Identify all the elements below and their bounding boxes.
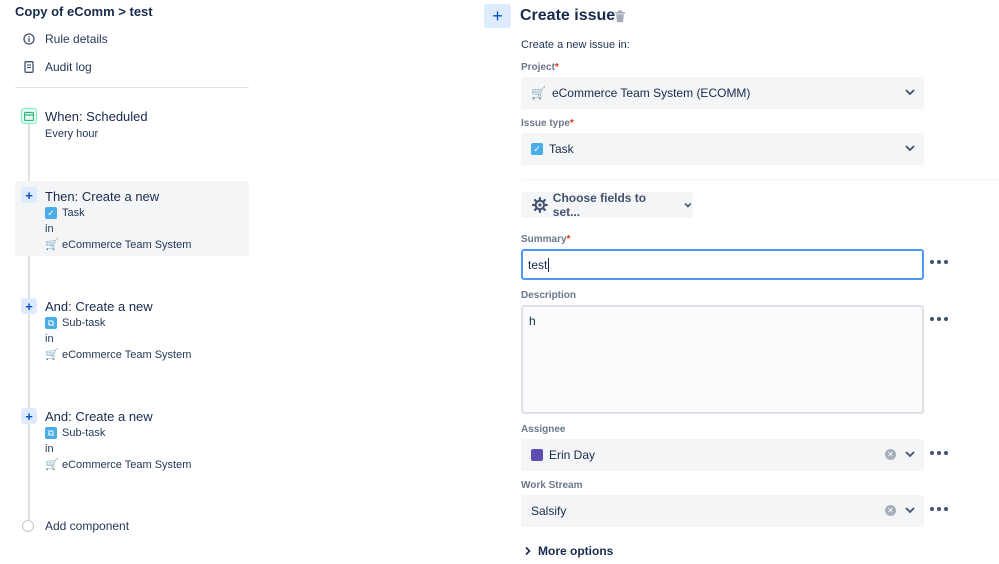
summary-label: Summary* bbox=[521, 234, 570, 245]
component-project-label: eCommerce Team System bbox=[62, 348, 192, 361]
component-project: 🛒 eCommerce Team System bbox=[45, 458, 192, 472]
chevron-down-icon bbox=[905, 507, 915, 514]
component-type: ✓ Task bbox=[45, 207, 85, 219]
breadcrumb[interactable]: Copy of eComm > test bbox=[15, 4, 153, 19]
more-icon[interactable] bbox=[930, 257, 948, 267]
issue-type-select[interactable]: ✓ Task bbox=[521, 133, 924, 165]
more-icon[interactable] bbox=[930, 504, 948, 514]
page-title: Create issue bbox=[520, 7, 616, 24]
required-marker: * bbox=[554, 62, 559, 73]
trash-icon[interactable] bbox=[614, 10, 626, 23]
gear-icon bbox=[532, 197, 548, 213]
cart-icon: 🛒 bbox=[531, 86, 546, 100]
project-select[interactable]: 🛒 eCommerce Team System (ECOMM) bbox=[521, 77, 924, 109]
summary-label-text: Summary bbox=[521, 234, 567, 245]
component-action-1[interactable]: + Then: Create a new ✓ Task in 🛒 eCommer… bbox=[15, 181, 249, 256]
more-icon[interactable] bbox=[930, 314, 948, 324]
calendar-icon bbox=[21, 108, 37, 124]
component-detail: Every hour bbox=[45, 128, 99, 140]
more-options-toggle[interactable]: More options bbox=[524, 544, 613, 558]
component-type-label: Task bbox=[62, 207, 85, 219]
component-title: Then: Create a new bbox=[45, 189, 160, 204]
component-type: ⧉ Sub-task bbox=[45, 317, 105, 329]
clear-icon[interactable]: ✕ bbox=[885, 505, 896, 516]
plus-icon: + bbox=[484, 4, 511, 28]
nav-audit-log[interactable]: Audit log bbox=[22, 60, 92, 74]
component-title: And: Create a new bbox=[45, 299, 153, 314]
component-type: ⧉ Sub-task bbox=[45, 427, 105, 439]
choose-fields-label: Choose fields to set... bbox=[552, 191, 647, 219]
component-in: in bbox=[45, 223, 54, 235]
subtitle: Create a new issue in: bbox=[521, 39, 630, 51]
issue-type-value: Task bbox=[549, 142, 574, 156]
summary-value: test bbox=[528, 257, 548, 272]
work-stream-value: Salsify bbox=[531, 504, 567, 518]
assignee-value: Erin Day bbox=[549, 448, 596, 462]
component-trigger[interactable]: When: Scheduled Every hour bbox=[15, 102, 249, 148]
description-textarea[interactable]: h bbox=[521, 305, 924, 414]
issue-type-label: Issue type* bbox=[521, 118, 574, 129]
component-action-2[interactable]: + And: Create a new ⧉ Sub-task in 🛒 eCom… bbox=[15, 292, 249, 367]
component-in: in bbox=[45, 333, 54, 345]
component-project: 🛒 eCommerce Team System bbox=[45, 238, 192, 252]
required-marker: * bbox=[569, 118, 574, 129]
component-project-label: eCommerce Team System bbox=[62, 238, 192, 251]
task-icon: ✓ bbox=[45, 207, 57, 219]
issue-type-label-text: Issue type bbox=[521, 118, 570, 129]
chevron-down-icon bbox=[905, 89, 915, 96]
nav-rule-details[interactable]: Rule details bbox=[22, 32, 108, 46]
work-stream-select[interactable]: Salsify ✕ bbox=[521, 495, 924, 527]
cart-icon: 🛒 bbox=[45, 349, 59, 361]
project-value: eCommerce Team System (ECOMM) bbox=[551, 86, 751, 100]
info-icon bbox=[22, 32, 36, 46]
task-icon: ✓ bbox=[531, 143, 543, 155]
chevron-down-icon bbox=[905, 451, 915, 458]
description-value: h bbox=[529, 314, 536, 328]
component-in: in bbox=[45, 443, 54, 455]
required-marker: * bbox=[566, 234, 571, 245]
description-label: Description bbox=[521, 290, 577, 301]
more-icon[interactable] bbox=[930, 448, 948, 458]
add-component-button[interactable]: Add component bbox=[22, 519, 129, 533]
circle-icon bbox=[22, 520, 34, 532]
plus-icon: + bbox=[21, 187, 37, 203]
avatar bbox=[531, 449, 543, 461]
chevron-down-icon bbox=[905, 145, 915, 152]
divider bbox=[15, 87, 249, 88]
choose-fields-button[interactable]: Choose fields to set... bbox=[521, 191, 693, 219]
component-type-label: Sub-task bbox=[62, 317, 106, 329]
project-label: Project* bbox=[521, 62, 559, 73]
component-project-label: eCommerce Team System bbox=[62, 458, 192, 471]
assignee-label: Assignee bbox=[521, 424, 566, 435]
chevron-down-icon bbox=[684, 202, 692, 208]
plus-icon: + bbox=[21, 298, 37, 314]
nav-label: Rule details bbox=[45, 32, 108, 46]
summary-input[interactable]: test bbox=[521, 249, 924, 280]
document-icon bbox=[22, 60, 36, 74]
assignee-select[interactable]: Erin Day ✕ bbox=[521, 439, 924, 471]
work-stream-label: Work Stream bbox=[521, 480, 583, 491]
component-action-3[interactable]: + And: Create a new ⧉ Sub-task in 🛒 eCom… bbox=[15, 402, 249, 477]
project-label-text: Project bbox=[521, 62, 555, 73]
subtask-icon: ⧉ bbox=[45, 317, 57, 329]
clear-icon[interactable]: ✕ bbox=[885, 449, 896, 460]
text-caret bbox=[548, 257, 550, 272]
add-component-label: Add component bbox=[45, 519, 130, 533]
cart-icon: 🛒 bbox=[45, 459, 59, 471]
subtask-icon: ⧉ bbox=[45, 427, 57, 439]
divider bbox=[521, 179, 999, 180]
component-type-label: Sub-task bbox=[62, 427, 106, 439]
cart-icon: 🛒 bbox=[45, 239, 59, 251]
component-project: 🛒 eCommerce Team System bbox=[45, 348, 192, 362]
nav-label: Audit log bbox=[45, 60, 92, 74]
component-title: When: Scheduled bbox=[45, 109, 148, 124]
chevron-right-icon bbox=[525, 546, 531, 556]
plus-icon: + bbox=[21, 408, 37, 424]
more-options-label: More options bbox=[538, 544, 614, 558]
component-title: And: Create a new bbox=[45, 409, 153, 424]
